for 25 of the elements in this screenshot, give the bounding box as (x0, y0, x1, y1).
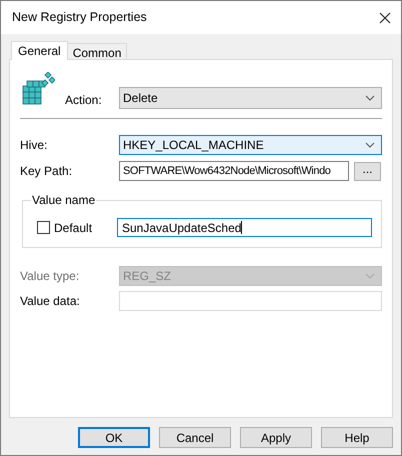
value-data-field[interactable] (119, 291, 382, 311)
field-label: Action: (65, 92, 103, 109)
window-title: New Registry Properties (12, 9, 147, 26)
registry-cubes-icon (21, 72, 55, 106)
key-path-field[interactable]: SOFTWARE\Wow6432Node\Microsoft\Windo (119, 161, 349, 181)
close-icon[interactable] (379, 12, 391, 24)
dialog-button[interactable]: OK (78, 427, 150, 448)
dialog-button[interactable]: Cancel (159, 427, 231, 448)
field-label: Value type: (20, 268, 80, 285)
field-label: Key Path: (20, 163, 74, 180)
field-label: Value data: (20, 293, 81, 310)
dialog-button[interactable]: Help (321, 427, 393, 448)
tab[interactable]: Common (68, 43, 128, 59)
tab[interactable]: General (11, 41, 68, 60)
checkbox[interactable] (37, 221, 50, 234)
chevron-down-icon (365, 142, 375, 148)
action-dropdown[interactable]: Delete (119, 87, 382, 109)
value-name-field[interactable]: SunJavaUpdateSched (117, 218, 372, 237)
chevron-down-icon (365, 95, 375, 101)
dialog-button[interactable]: Apply (240, 427, 312, 448)
chevron-down-icon (365, 273, 375, 279)
field-label: Hive: (20, 137, 48, 154)
hive-dropdown[interactable]: HKEY_LOCAL_MACHINE (119, 135, 382, 155)
browse-button[interactable]: ... (354, 162, 381, 180)
checkbox-label: Default (54, 220, 94, 236)
